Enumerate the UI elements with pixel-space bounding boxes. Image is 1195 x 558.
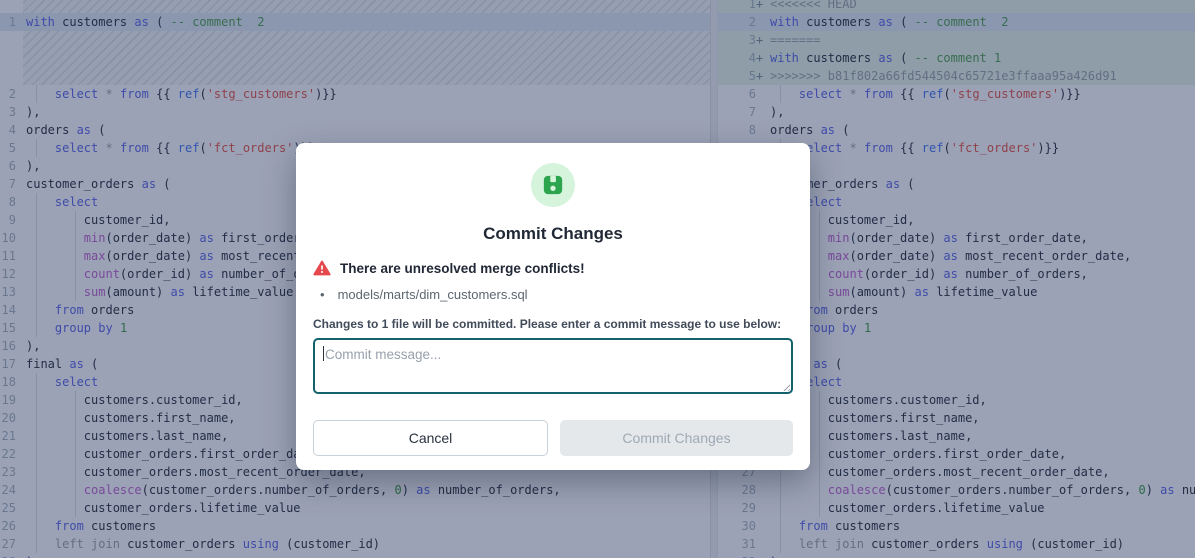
save-icon-circle <box>531 163 575 207</box>
warning-icon <box>313 260 331 276</box>
conflict-file-path: models/marts/dim_customers.sql <box>338 287 528 302</box>
text-cursor <box>323 346 324 361</box>
merge-conflict-warning: There are unresolved merge conflicts! <box>313 260 793 276</box>
save-icon <box>542 174 564 196</box>
commit-message-input[interactable] <box>313 338 793 394</box>
warning-text: There are unresolved merge conflicts! <box>340 261 585 276</box>
conflict-file-item: • models/marts/dim_customers.sql <box>313 287 793 302</box>
commit-instruction: Changes to 1 file will be committed. Ple… <box>313 317 793 331</box>
commit-message-wrap <box>313 338 793 394</box>
bullet-icon: • <box>320 287 325 302</box>
commit-changes-button[interactable]: Commit Changes <box>560 420 793 456</box>
modal-title: Commit Changes <box>313 224 793 244</box>
commit-changes-modal: Commit Changes There are unresolved merg… <box>296 143 810 470</box>
modal-buttons: Cancel Commit Changes <box>313 420 793 456</box>
cancel-button[interactable]: Cancel <box>313 420 548 456</box>
